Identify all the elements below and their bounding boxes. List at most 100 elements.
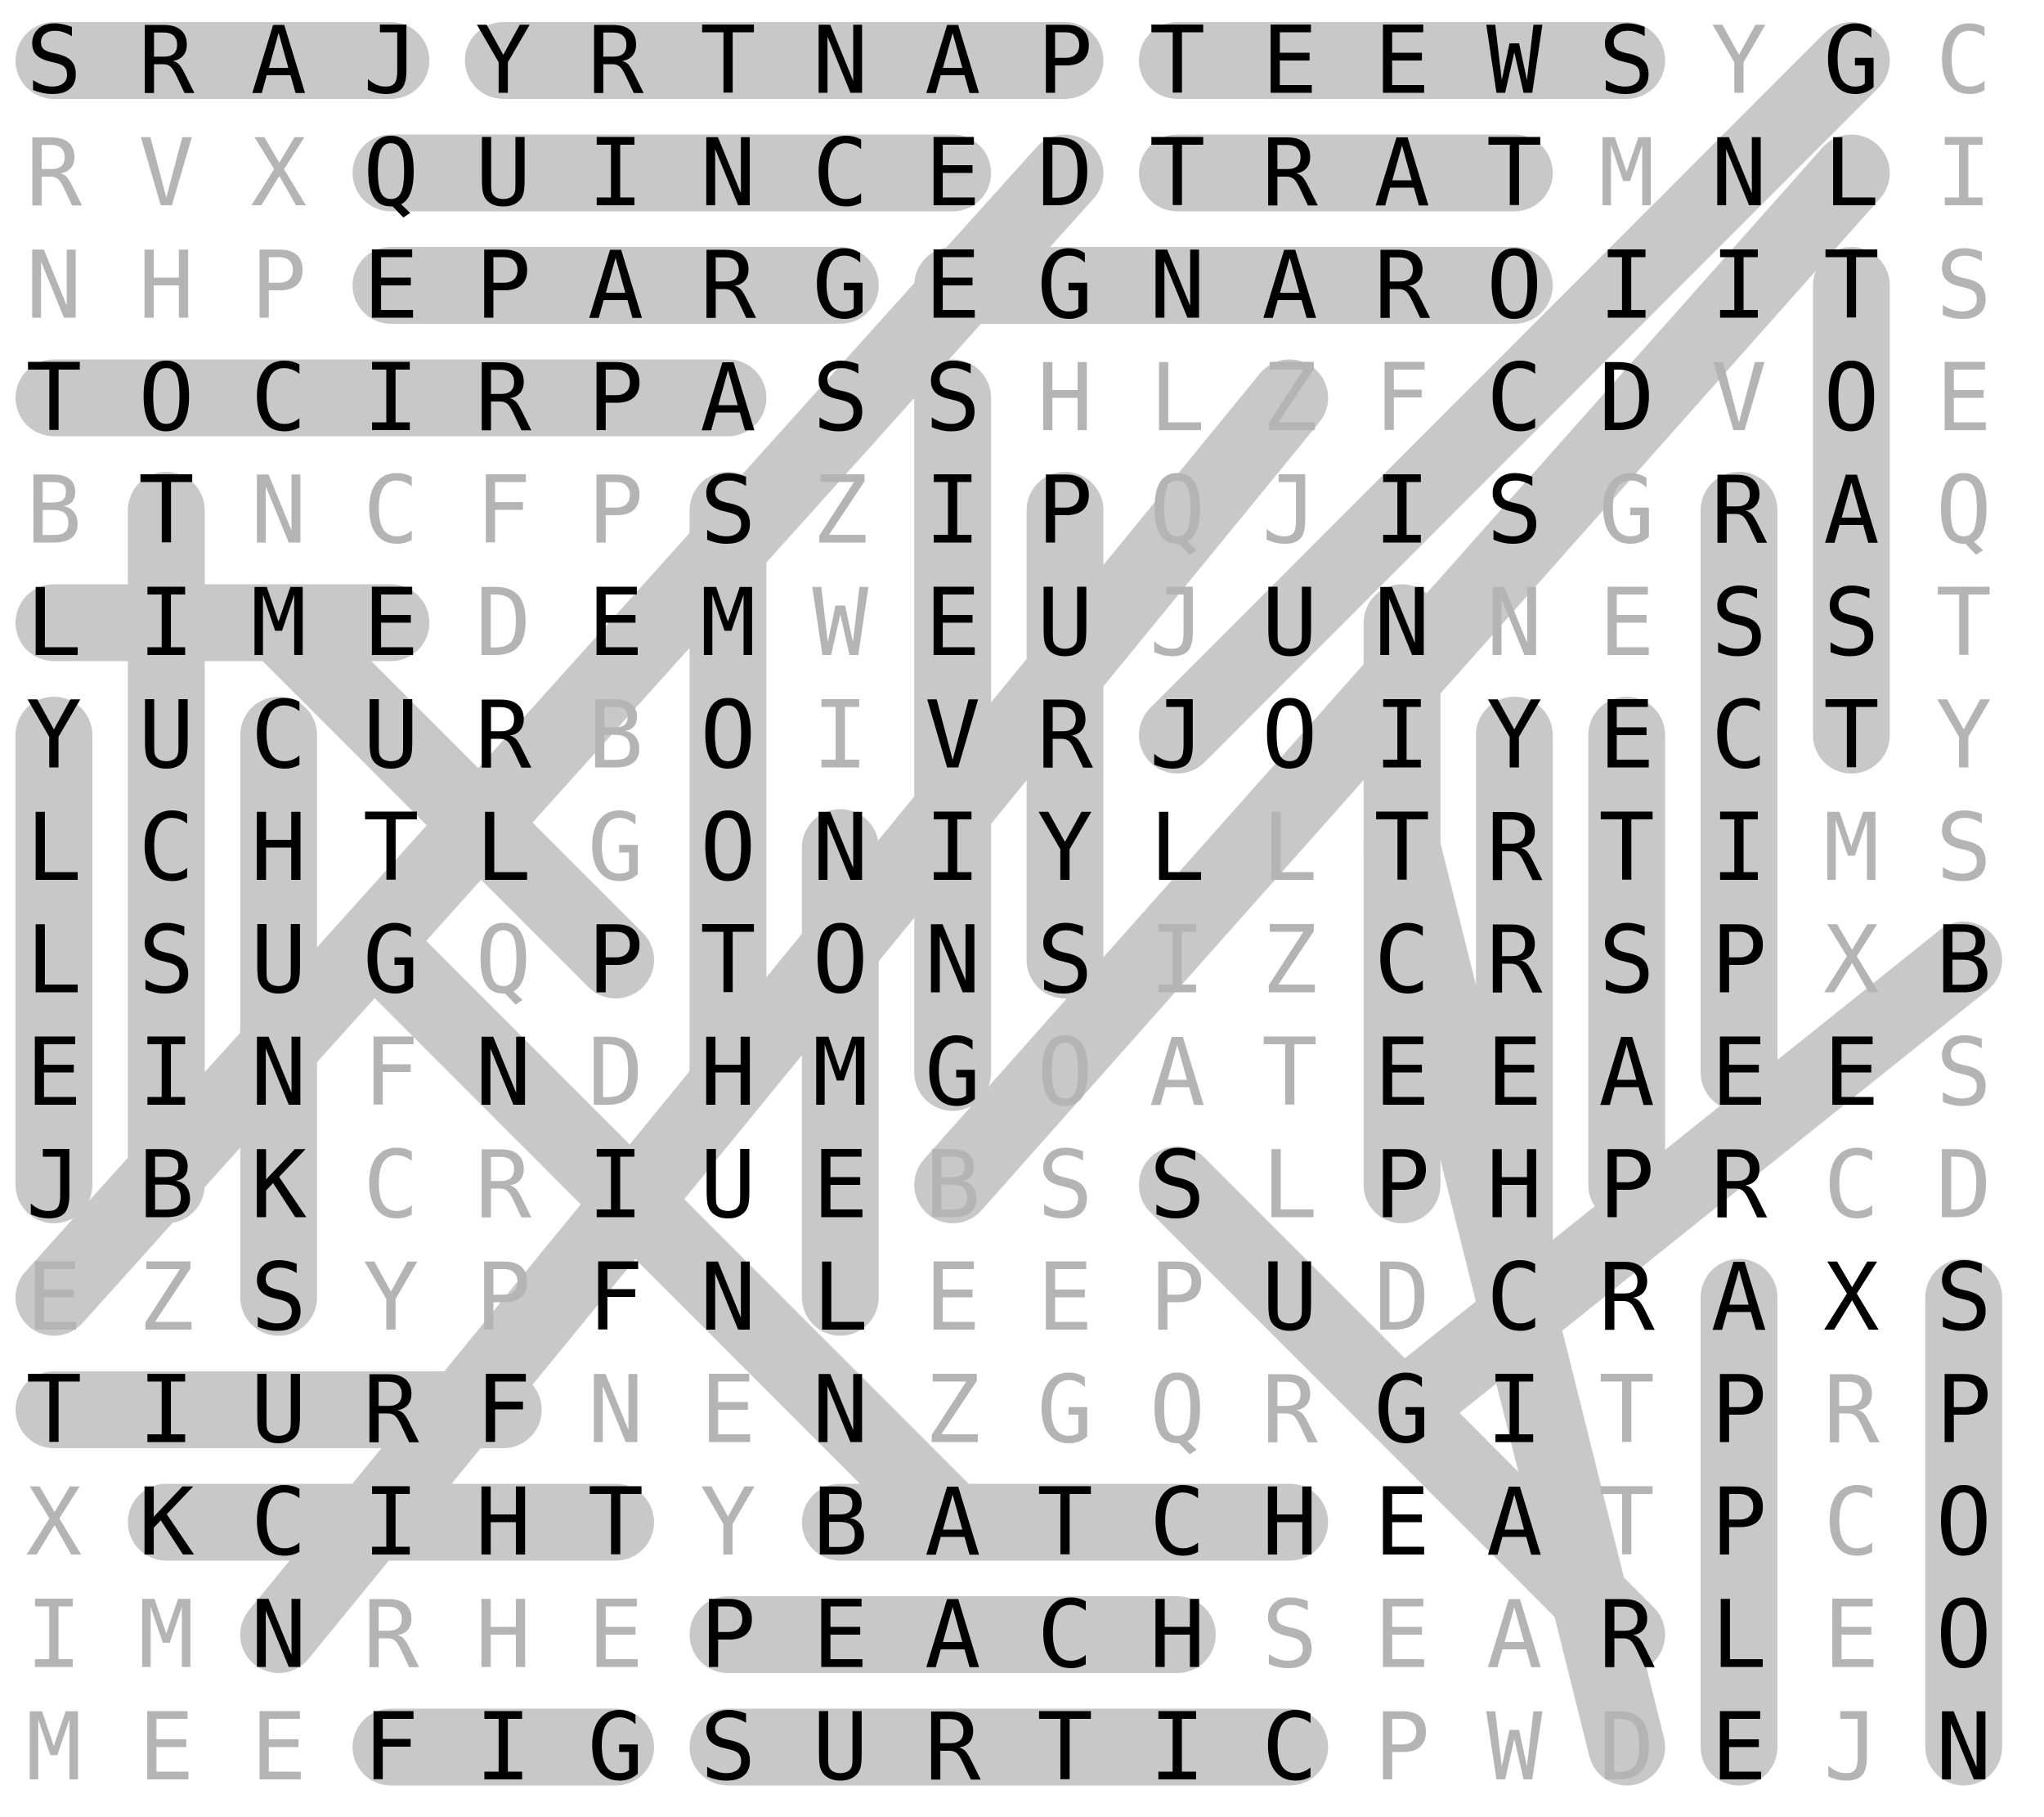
grid-letter[interactable]: O [700,681,756,790]
grid-letter[interactable]: C [812,119,868,227]
grid-letter[interactable]: M [26,1693,83,1801]
grid-letter[interactable]: U [475,119,531,227]
grid-letter[interactable]: T [1935,568,1992,677]
grid-letter[interactable]: E [1262,7,1318,115]
grid-letter[interactable]: E [250,1693,307,1801]
grid-letter[interactable]: I [925,456,981,565]
grid-letter[interactable]: Q [1935,456,1992,565]
grid-letter[interactable]: S [26,7,83,115]
grid-letter[interactable]: G [1037,1356,1093,1465]
grid-letter[interactable]: R [700,231,756,340]
grid-letter[interactable]: Z [1262,343,1318,452]
grid-letter[interactable]: P [1374,1131,1430,1240]
grid-letter[interactable]: L [1150,793,1206,902]
grid-letter[interactable]: F [475,456,531,565]
grid-letter[interactable]: I [1598,231,1655,340]
grid-letter[interactable]: A [1262,231,1318,340]
grid-letter[interactable]: S [250,1243,307,1352]
grid-letter[interactable]: Q [1150,1356,1206,1465]
grid-letter[interactable]: Y [363,1243,419,1352]
grid-letter[interactable]: E [1823,1018,1880,1127]
grid-letter[interactable]: T [26,343,83,452]
grid-letter[interactable]: X [1823,906,1880,1015]
grid-letter[interactable]: R [1823,1356,1880,1465]
grid-letter[interactable]: C [1486,343,1543,452]
grid-letter[interactable]: R [363,1356,419,1465]
grid-letter[interactable]: D [1598,1693,1655,1801]
grid-letter[interactable]: J [26,1131,83,1240]
grid-letter[interactable]: S [1037,1131,1093,1240]
grid-letter[interactable]: N [250,1018,307,1127]
grid-letter[interactable]: I [138,568,195,677]
grid-letter[interactable]: D [1935,1131,1992,1240]
grid-letter[interactable]: P [1711,1356,1768,1465]
grid-letter[interactable]: J [1150,681,1206,790]
grid-letter[interactable]: Y [1711,7,1768,115]
grid-letter[interactable]: T [588,1468,644,1577]
grid-letter[interactable]: I [588,119,644,227]
grid-letter[interactable]: A [925,1581,981,1689]
grid-letter[interactable]: Z [1262,906,1318,1015]
grid-letter[interactable]: R [138,7,195,115]
grid-letter[interactable]: R [1262,119,1318,227]
grid-letter[interactable]: D [588,1018,644,1127]
grid-letter[interactable]: E [363,231,419,340]
grid-letter[interactable]: N [812,7,868,115]
grid-letter[interactable]: L [26,906,83,1015]
grid-letter[interactable]: I [1711,793,1768,902]
grid-letter[interactable]: E [1374,1018,1430,1127]
grid-letter[interactable]: Q [363,119,419,227]
grid-letter[interactable]: S [1598,906,1655,1015]
grid-letter[interactable]: I [925,793,981,902]
grid-letter[interactable]: L [26,793,83,902]
grid-letter[interactable]: T [1037,1468,1093,1577]
grid-letter[interactable]: G [925,1018,981,1127]
grid-letter[interactable]: Y [1935,681,1992,790]
grid-letter[interactable]: A [1598,1018,1655,1127]
grid-letter[interactable]: O [1935,1581,1992,1689]
grid-letter[interactable]: I [475,1693,531,1801]
grid-letter[interactable]: X [26,1468,83,1577]
grid-letter[interactable]: C [1262,1693,1318,1801]
grid-letter[interactable]: M [138,1581,195,1689]
grid-letter[interactable]: R [475,1131,531,1240]
grid-letter[interactable]: G [363,906,419,1015]
grid-letter[interactable]: I [812,681,868,790]
grid-letter[interactable]: E [26,1018,83,1127]
grid-letter[interactable]: U [1262,568,1318,677]
grid-letter[interactable]: G [1823,7,1880,115]
grid-letter[interactable]: R [1486,793,1543,902]
grid-letter[interactable]: P [1150,1243,1206,1352]
grid-letter[interactable]: E [26,1243,83,1352]
grid-letter[interactable]: C [363,1131,419,1240]
grid-letter[interactable]: R [1598,1243,1655,1352]
grid-letter[interactable]: R [588,7,644,115]
grid-letter[interactable]: T [1486,119,1543,227]
grid-letter[interactable]: D [1374,1243,1430,1352]
grid-letter[interactable]: C [1935,7,1992,115]
grid-letter[interactable]: E [1037,1243,1093,1352]
grid-letter[interactable]: G [588,1693,644,1801]
grid-letter[interactable]: G [1037,231,1093,340]
grid-letter[interactable]: G [1598,456,1655,565]
grid-letter[interactable]: R [1711,456,1768,565]
grid-letter[interactable]: F [363,1018,419,1127]
grid-letter[interactable]: D [1598,343,1655,452]
grid-letter[interactable]: Y [1486,681,1543,790]
grid-letter[interactable]: E [812,1131,868,1240]
grid-letter[interactable]: R [1037,681,1093,790]
grid-letter[interactable]: N [1486,568,1543,677]
grid-letter[interactable]: C [138,793,195,902]
grid-letter[interactable]: S [700,1693,756,1801]
grid-letter[interactable]: E [1711,1018,1768,1127]
grid-letter[interactable]: E [1374,1581,1430,1689]
grid-letter[interactable]: P [700,1581,756,1689]
grid-letter[interactable]: J [1150,568,1206,677]
grid-letter[interactable]: U [700,1131,756,1240]
grid-letter[interactable]: P [475,231,531,340]
grid-letter[interactable]: R [363,1581,419,1689]
grid-letter[interactable]: A [1486,1581,1543,1689]
grid-letter[interactable]: C [1486,1243,1543,1352]
grid-letter[interactable]: K [138,1468,195,1577]
grid-letter[interactable]: P [1711,1468,1768,1577]
